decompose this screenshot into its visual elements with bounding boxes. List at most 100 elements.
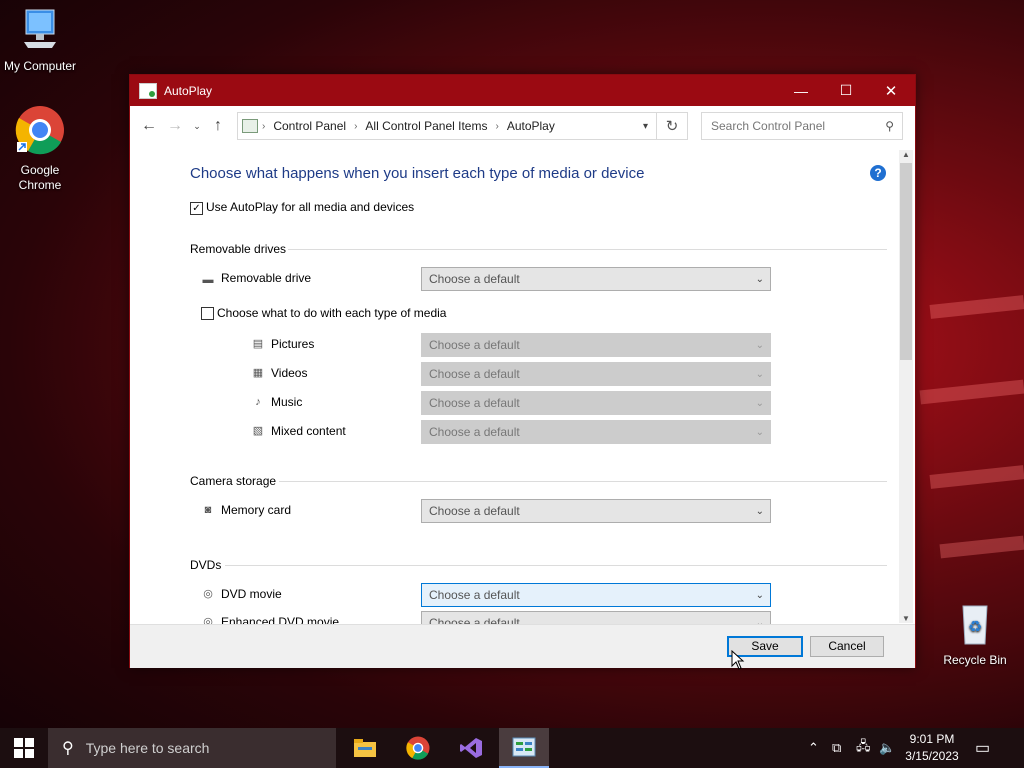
volume-icon[interactable]: 🔈 <box>879 728 895 768</box>
mixed-content-dropdown[interactable]: Choose a default ⌄ <box>421 420 771 444</box>
svg-text:♻: ♻ <box>968 617 982 636</box>
address-bar[interactable]: › Control Panel › All Control Panel Item… <box>237 112 657 140</box>
address-dropdown-chevron-icon[interactable]: ▾ <box>643 121 648 132</box>
scroll-thumb[interactable] <box>900 163 912 360</box>
footer-bar: Save Cancel <box>130 624 915 668</box>
maximize-button[interactable]: ☐ <box>823 75 869 106</box>
removable-drive-dropdown[interactable]: Choose a default ⌄ <box>421 267 771 291</box>
breadcrumb-autoplay[interactable]: AutoPlay <box>507 119 555 133</box>
clock-date: 3/15/2023 <box>905 749 959 763</box>
mixed-content-icon: ▧ <box>252 425 264 437</box>
chevron-down-icon: ⌄ <box>755 273 764 285</box>
dropdown-value: Choose a default <box>429 588 520 602</box>
help-icon[interactable]: ? <box>870 165 886 181</box>
clock-time: 9:01 PM <box>909 732 955 746</box>
chevron-down-icon: ⌄ <box>755 426 764 438</box>
chevron-down-icon: ⌄ <box>755 589 764 601</box>
visual-studio-taskbar-button[interactable] <box>446 728 496 768</box>
desktop-icon-label: My Computer <box>3 59 77 73</box>
dropdown-value: Choose a default <box>429 367 520 381</box>
videos-dropdown[interactable]: Choose a default ⌄ <box>421 362 771 386</box>
scroll-down-icon[interactable]: ▼ <box>899 614 913 623</box>
page-heading: Choose what happens when you insert each… <box>190 165 645 182</box>
autoplay-window: AutoPlay — ☐ ✕ ← → ⌄ ↑ › Control Panel ›… <box>129 74 916 668</box>
section-removable-drives: Removable drives <box>190 242 287 256</box>
chevron-down-icon: ⌄ <box>755 339 764 351</box>
search-input[interactable] <box>709 118 878 134</box>
taskbar-search[interactable]: ⚲ Type here to search <box>48 728 336 768</box>
chrome-icon <box>0 104 80 159</box>
chevron-down-icon: ⌄ <box>755 505 764 517</box>
enhanced-dvd-dropdown[interactable]: Choose a default ⌄ <box>421 611 771 624</box>
search-box[interactable]: ⚲ <box>701 112 903 140</box>
dropdown-value: Choose a default <box>429 272 520 286</box>
network-icon[interactable]: 🖧 <box>856 728 871 768</box>
desktop-icon-google-chrome[interactable]: Google Chrome <box>0 104 80 193</box>
windows-logo-icon <box>14 738 34 758</box>
section-camera-storage: Camera storage <box>190 474 277 488</box>
network-adapter-icon[interactable]: ⧉ <box>832 728 841 768</box>
section-divider <box>225 565 887 566</box>
media-each-label[interactable]: Choose what to do with each type of medi… <box>217 306 446 320</box>
dropdown-value: Choose a default <box>429 425 520 439</box>
breadcrumb-all-items[interactable]: All Control Panel Items <box>365 119 487 133</box>
title-bar[interactable]: AutoPlay — ☐ ✕ <box>130 75 915 106</box>
enhanced-dvd-label: Enhanced DVD movie <box>221 615 340 624</box>
taskbar-clock[interactable]: 9:01 PM 3/15/2023 <box>900 731 964 765</box>
use-autoplay-label[interactable]: Use AutoPlay for all media and devices <box>206 200 414 214</box>
memory-card-icon: ◙ <box>204 504 212 516</box>
breadcrumb-separator-icon: › <box>354 120 358 132</box>
content-pane: Choose what happens when you insert each… <box>130 147 900 624</box>
search-icon[interactable]: ⚲ <box>885 119 894 133</box>
show-hidden-icons-chevron-icon[interactable]: ⌃ <box>808 728 819 768</box>
file-explorer-taskbar-button[interactable] <box>340 728 390 768</box>
chrome-taskbar-button[interactable] <box>393 728 443 768</box>
use-autoplay-checkbox[interactable]: ✓ <box>190 202 203 215</box>
cancel-button[interactable]: Cancel <box>810 636 884 657</box>
taskbar-search-placeholder: Type here to search <box>85 740 210 756</box>
removable-drive-label: Removable drive <box>221 271 312 285</box>
dropdown-value: Choose a default <box>429 504 520 518</box>
media-each-checkbox[interactable] <box>201 307 214 320</box>
section-divider <box>279 481 887 482</box>
music-label: Music <box>271 395 303 409</box>
dropdown-value: Choose a default <box>429 616 520 624</box>
removable-drive-icon: ▬ <box>202 274 214 286</box>
pictures-label: Pictures <box>271 337 315 351</box>
back-arrow-icon[interactable]: ← <box>136 117 162 135</box>
up-arrow-icon[interactable]: ↑ <box>206 117 230 135</box>
forward-arrow-icon[interactable]: → <box>162 117 188 135</box>
recent-locations-chevron-icon[interactable]: ⌄ <box>188 121 206 132</box>
minimize-button[interactable]: — <box>778 75 824 106</box>
control-panel-icon <box>139 82 157 99</box>
desktop-icon-label: Recycle Bin <box>943 653 1007 667</box>
dvd-movie-dropdown[interactable]: Choose a default ⌄ <box>421 583 771 607</box>
folder-icon <box>354 739 376 757</box>
control-panel-taskbar-button[interactable] <box>499 728 549 768</box>
control-panel-icon <box>512 737 536 757</box>
music-dropdown[interactable]: Choose a default ⌄ <box>421 391 771 415</box>
breadcrumb-separator-icon: › <box>262 120 266 132</box>
videos-label: Videos <box>271 366 308 380</box>
taskbar: ⚲ Type here to search ⌃ ⧉ 🖧 🔈 9:01 PM 3/… <box>0 728 1024 768</box>
pictures-icon: ▤ <box>252 338 264 350</box>
visual-studio-icon <box>460 738 482 758</box>
close-button[interactable]: ✕ <box>868 75 914 106</box>
window-title: AutoPlay <box>164 83 213 98</box>
breadcrumb-control-panel[interactable]: Control Panel <box>273 119 346 133</box>
dropdown-value: Choose a default <box>429 338 520 352</box>
scroll-up-icon[interactable]: ▲ <box>899 150 913 159</box>
vertical-scrollbar[interactable]: ▲ ▼ <box>899 150 913 623</box>
start-button[interactable] <box>0 728 48 768</box>
action-center-icon[interactable]: ▭ <box>975 728 990 768</box>
memory-card-dropdown[interactable]: Choose a default ⌄ <box>421 499 771 523</box>
desktop-icon-recycle-bin[interactable]: ♻ Recycle Bin <box>935 602 1015 667</box>
refresh-icon[interactable]: ↻ <box>656 112 688 140</box>
chevron-down-icon: ⌄ <box>755 368 764 380</box>
dvd-movie-label: DVD movie <box>221 587 282 601</box>
wallpaper-streak <box>919 379 1024 405</box>
desktop-icon-my-computer[interactable]: My Computer <box>0 8 80 73</box>
mouse-cursor-icon <box>731 649 745 673</box>
computer-icon <box>0 8 80 55</box>
pictures-dropdown[interactable]: Choose a default ⌄ <box>421 333 771 357</box>
